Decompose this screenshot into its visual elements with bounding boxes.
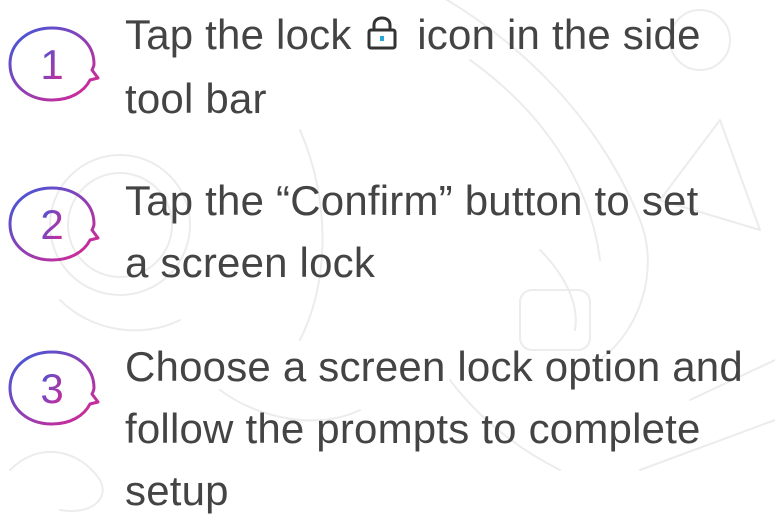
step-number-badge: 2: [4, 182, 100, 266]
step-text: Tap the “Confirm” button to set a screen…: [125, 177, 699, 286]
step-text: Choose a screen lock option and follow t…: [125, 343, 743, 514]
lock-icon: [365, 6, 399, 68]
step-text: Tap the lock icon in the side tool bar: [125, 4, 765, 130]
step-number: 1: [40, 41, 63, 88]
step-number-badge: 3: [4, 346, 100, 430]
step-number: 2: [40, 201, 63, 248]
step-text-part: Tap the lock: [125, 11, 352, 58]
step-number-badge: 1: [4, 22, 100, 106]
step-number: 3: [40, 365, 63, 412]
